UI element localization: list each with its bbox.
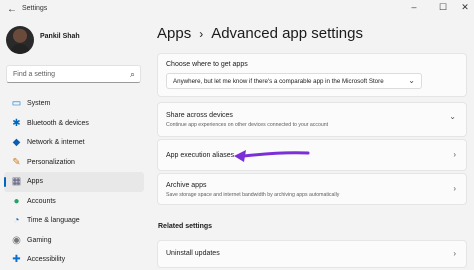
search-input[interactable]: Find a setting ⌕: [6, 65, 141, 83]
sidebar-item-label: Time & language: [27, 217, 80, 224]
apps-icon: ▦: [11, 176, 22, 187]
wifi-icon: ◆: [12, 137, 21, 148]
sidebar-item-time-language[interactable]: ◔ Time & language: [4, 211, 144, 231]
share-across-devices-card[interactable]: Share across devices Continue app experi…: [157, 102, 467, 137]
sidebar-item-accessibility[interactable]: ✚ Accessibility: [4, 250, 144, 270]
sidebar-item-label: Apps: [27, 178, 43, 185]
choose-apps-card: Choose where to get apps Anywhere, but l…: [157, 53, 467, 97]
app-source-dropdown[interactable]: Anywhere, but let me know if there's a c…: [166, 73, 422, 89]
card-title: Uninstall updates: [166, 250, 220, 257]
dropdown-value: Anywhere, but let me know if there's a c…: [173, 78, 384, 85]
monitor-icon: ▭: [11, 98, 22, 109]
avatar: [6, 26, 34, 54]
window-title: Settings: [22, 5, 48, 12]
sidebar-item-bluetooth[interactable]: ✱ Bluetooth & devices: [4, 114, 144, 134]
breadcrumb-separator: ›: [199, 27, 204, 41]
related-settings-heading: Related settings: [158, 223, 213, 230]
sidebar-item-label: Personalization: [27, 158, 75, 166]
sidebar-item-label: Accessibility: [27, 256, 66, 263]
back-arrow-icon[interactable]: ←: [7, 4, 17, 15]
annotation-arrow-icon: [234, 150, 310, 162]
sidebar-item-personalization[interactable]: ✎ Personalization: [4, 153, 144, 173]
search-placeholder: Find a setting: [13, 71, 56, 78]
profile-name: Pankil Shah: [40, 33, 80, 40]
controller-icon: ◉: [12, 234, 21, 246]
breadcrumb: Apps › Advanced app settings: [157, 25, 363, 42]
minimize-button[interactable]: –: [407, 2, 421, 14]
card-description: Save storage space and internet bandwidt…: [166, 192, 340, 198]
sidebar-item-network[interactable]: ◆ Network & internet: [4, 133, 144, 153]
sidebar-item-label: Network & internet: [27, 139, 85, 146]
chevron-down-icon: ⌄: [408, 76, 415, 85]
person-icon: ●: [13, 195, 20, 207]
title-bar: ← Settings – ☐ ✕: [0, 0, 474, 20]
app-execution-aliases-card[interactable]: App execution aliases ›: [157, 139, 467, 171]
close-button[interactable]: ✕: [458, 2, 472, 14]
card-description: Continue app experiences on other device…: [166, 122, 329, 128]
sidebar-item-apps[interactable]: ▦ Apps: [4, 172, 144, 192]
brush-icon: ✎: [12, 156, 21, 168]
sidebar-item-label: System: [27, 100, 51, 107]
accessibility-icon: ✚: [12, 254, 21, 265]
search-icon[interactable]: ⌕: [130, 69, 135, 80]
breadcrumb-parent[interactable]: Apps: [157, 25, 191, 42]
card-title: Archive apps: [166, 182, 207, 189]
archive-apps-card[interactable]: Archive apps Save storage space and inte…: [157, 173, 467, 205]
chevron-right-icon: ›: [453, 249, 456, 258]
card-title: Share across devices: [166, 112, 233, 119]
sidebar-item-system[interactable]: ▭ System: [4, 94, 144, 114]
card-title: App execution aliases: [166, 152, 235, 159]
sidebar-item-label: Bluetooth & devices: [27, 119, 89, 127]
bluetooth-icon: ✱: [12, 117, 21, 129]
sidebar-nav: ▭ System ✱ Bluetooth & devices ◆ Network…: [4, 94, 144, 270]
sidebar-item-accounts[interactable]: ● Accounts: [4, 192, 144, 212]
uninstall-updates-card[interactable]: Uninstall updates ›: [157, 240, 467, 268]
maximize-button[interactable]: ☐: [436, 2, 450, 14]
sidebar-item-label: Accounts: [27, 197, 56, 205]
sidebar-item-gaming[interactable]: ◉ Gaming: [4, 231, 144, 251]
chevron-right-icon: ›: [453, 150, 456, 159]
chevron-down-icon: ⌄: [449, 112, 456, 121]
card-title: Choose where to get apps: [166, 61, 248, 68]
sidebar-item-label: Gaming: [27, 236, 52, 244]
page-title: Advanced app settings: [211, 25, 363, 42]
globe-clock-icon: ◔: [13, 215, 20, 226]
chevron-right-icon: ›: [453, 184, 456, 193]
